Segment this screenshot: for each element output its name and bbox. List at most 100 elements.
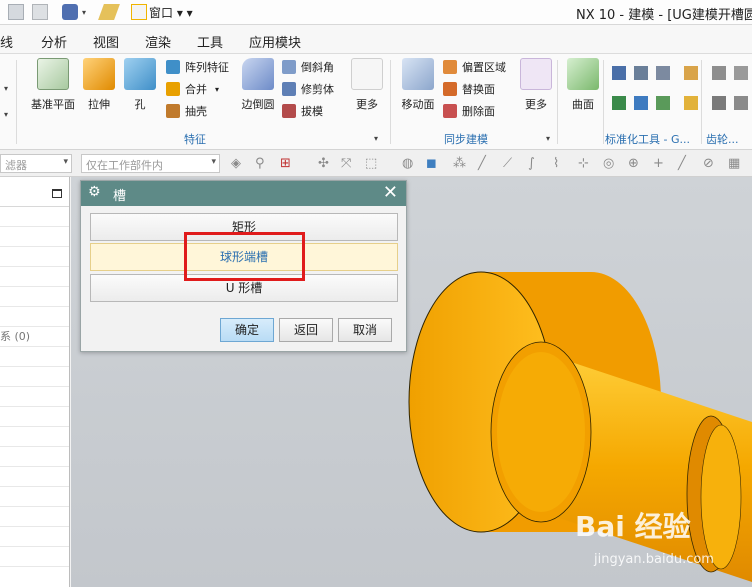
close-icon[interactable]: ✕ — [383, 182, 398, 204]
navigator-row[interactable] — [0, 347, 69, 367]
plus-icon[interactable]: + — [653, 156, 664, 171]
selection-bar: 滤器 ▾ 仅在工作部件内 ▾ ◈ ⚲ ⊞ ✣ ⤧ ⬚ ◍ ◼ ⁂ ╱ ⟋ ∫ ⌇ ⊹… — [0, 150, 752, 177]
offset-region-icon — [443, 60, 457, 74]
rectangle-select-icon[interactable]: ⬚ — [365, 156, 377, 171]
tab-tools[interactable]: 工具 — [197, 32, 223, 51]
menu-bar: 线 分析 视图 渲染 工具 应用模块 — [0, 25, 752, 54]
tool-icon[interactable] — [712, 96, 726, 110]
navigator-row[interactable] — [0, 207, 69, 227]
tool-icon[interactable] — [656, 96, 670, 110]
select-tool-icon[interactable]: ◈ — [231, 156, 241, 171]
std-tools-group-label: 标准化工具 - G... — [605, 133, 690, 146]
tab-applications[interactable]: 应用模块 — [249, 32, 301, 51]
tab-analysis[interactable]: 分析 — [41, 32, 67, 51]
navigator-row[interactable] — [0, 447, 69, 467]
line-icon[interactable]: ⟋ — [503, 156, 512, 171]
tool-icon[interactable] — [656, 66, 670, 80]
navigator-header — [0, 177, 69, 207]
window-menu[interactable]: 窗口 ▾ ▾ — [149, 4, 193, 21]
tool-icon[interactable] — [634, 66, 648, 80]
edge-blend-button[interactable]: 边倒圆 — [233, 58, 283, 112]
select-tool-icon[interactable]: ⁂ — [453, 156, 466, 171]
pen-icon[interactable] — [98, 4, 120, 20]
draft-button[interactable]: 拔模 — [282, 102, 323, 120]
select-tool-icon[interactable]: ⊘ — [703, 156, 714, 171]
tool-icon[interactable] — [712, 66, 726, 80]
navigator-row[interactable] — [0, 267, 69, 287]
hole-button[interactable]: 孔 — [115, 58, 165, 112]
line-icon[interactable]: ╱ — [478, 156, 486, 171]
shaded-icon[interactable]: ◍ — [402, 156, 413, 171]
chevron-down-icon[interactable]: ▾ — [4, 110, 8, 119]
chevron-down-icon[interactable]: ▾ — [546, 134, 550, 143]
more-sync-button[interactable]: 更多 — [511, 58, 561, 112]
point-icon[interactable]: ⊹ — [578, 156, 589, 171]
navigator-row[interactable] — [0, 487, 69, 507]
line-icon[interactable]: ╱ — [678, 156, 686, 171]
paste-icon[interactable] — [32, 4, 48, 20]
delete-face-button[interactable]: 删除面 — [443, 102, 495, 120]
tool-icon[interactable] — [734, 66, 748, 80]
navigator-row[interactable] — [0, 427, 69, 447]
scope-combo[interactable]: 仅在工作部件内 ▾ — [81, 154, 220, 173]
shell-button[interactable]: 抽壳 — [166, 102, 207, 120]
tool-icon[interactable] — [684, 96, 698, 110]
chevron-down-icon[interactable]: ▾ — [374, 134, 378, 143]
spline-icon[interactable]: ⌇ — [553, 156, 559, 171]
navigator-row[interactable] — [0, 467, 69, 487]
center-icon[interactable]: ⊕ — [628, 156, 639, 171]
select-tool-icon[interactable]: ⤧ — [341, 156, 351, 171]
tab-render[interactable]: 渲染 — [145, 32, 171, 51]
gear-icon[interactable]: ⚙ — [88, 184, 101, 200]
chamfer-button[interactable]: 倒斜角 — [282, 58, 334, 76]
navigator-row[interactable] — [0, 527, 69, 547]
delete-face-icon — [443, 104, 457, 118]
navigator-row[interactable] — [0, 247, 69, 267]
tool-icon[interactable] — [612, 96, 626, 110]
navigator-row[interactable] — [0, 387, 69, 407]
navigator-row[interactable] — [0, 407, 69, 427]
circle-point-icon[interactable]: ◎ — [603, 156, 614, 171]
replace-face-button[interactable]: 替换面 — [443, 80, 495, 98]
cube-icon[interactable]: ◼ — [426, 156, 437, 171]
surface-button[interactable]: 曲面 — [558, 58, 608, 112]
cancel-button[interactable]: 取消 — [338, 318, 392, 342]
navigator-row[interactable] — [0, 287, 69, 307]
tool-icon[interactable] — [612, 66, 626, 80]
watermark-logo: Bai 经验 — [575, 510, 691, 543]
datum-plane-button[interactable]: 基准平面 — [28, 58, 78, 112]
tool-icon[interactable] — [634, 96, 648, 110]
navigator-row[interactable]: 系 (0) — [0, 327, 69, 347]
navigator-row[interactable] — [0, 547, 69, 567]
select-tool-icon[interactable]: ✣ — [318, 156, 329, 171]
select-tool-icon[interactable]: ⚲ — [255, 156, 265, 171]
tool-icon[interactable] — [684, 66, 698, 80]
type-filter-combo[interactable]: 滤器 ▾ — [0, 154, 72, 173]
chevron-down-icon[interactable]: ▾ — [82, 8, 86, 17]
unite-button[interactable]: 合并 ▾ — [166, 80, 219, 98]
move-face-button[interactable]: 移动面 — [393, 58, 443, 112]
trim-body-button[interactable]: 修剪体 — [282, 80, 334, 98]
hole-icon — [124, 58, 156, 90]
navigator-row[interactable] — [0, 507, 69, 527]
grid-icon[interactable]: ▦ — [728, 156, 740, 171]
chevron-down-icon[interactable]: ▾ — [4, 84, 8, 93]
copy-icon[interactable] — [8, 4, 24, 20]
tool-icon[interactable] — [734, 96, 748, 110]
more-features-button[interactable]: 更多 — [342, 58, 392, 112]
offset-region-button[interactable]: 偏置区域 — [443, 58, 506, 76]
ok-button[interactable]: 确定 — [220, 318, 274, 342]
save-icon[interactable] — [62, 4, 78, 20]
navigator-row[interactable] — [0, 367, 69, 387]
tab-curve[interactable]: 线 — [0, 32, 13, 51]
maximize-icon[interactable] — [52, 189, 62, 198]
dialog-title-bar: ⚙ 槽 ✕ — [81, 181, 406, 206]
tab-view[interactable]: 视图 — [93, 32, 119, 51]
pattern-feature-button[interactable]: 阵列特征 — [166, 58, 229, 76]
navigator-row[interactable] — [0, 227, 69, 247]
curve-icon[interactable]: ∫ — [528, 156, 535, 171]
back-button[interactable]: 返回 — [279, 318, 333, 342]
chamfer-icon — [282, 60, 296, 74]
navigator-row[interactable] — [0, 307, 69, 327]
snap-point-icon[interactable]: ⊞ — [280, 156, 291, 171]
